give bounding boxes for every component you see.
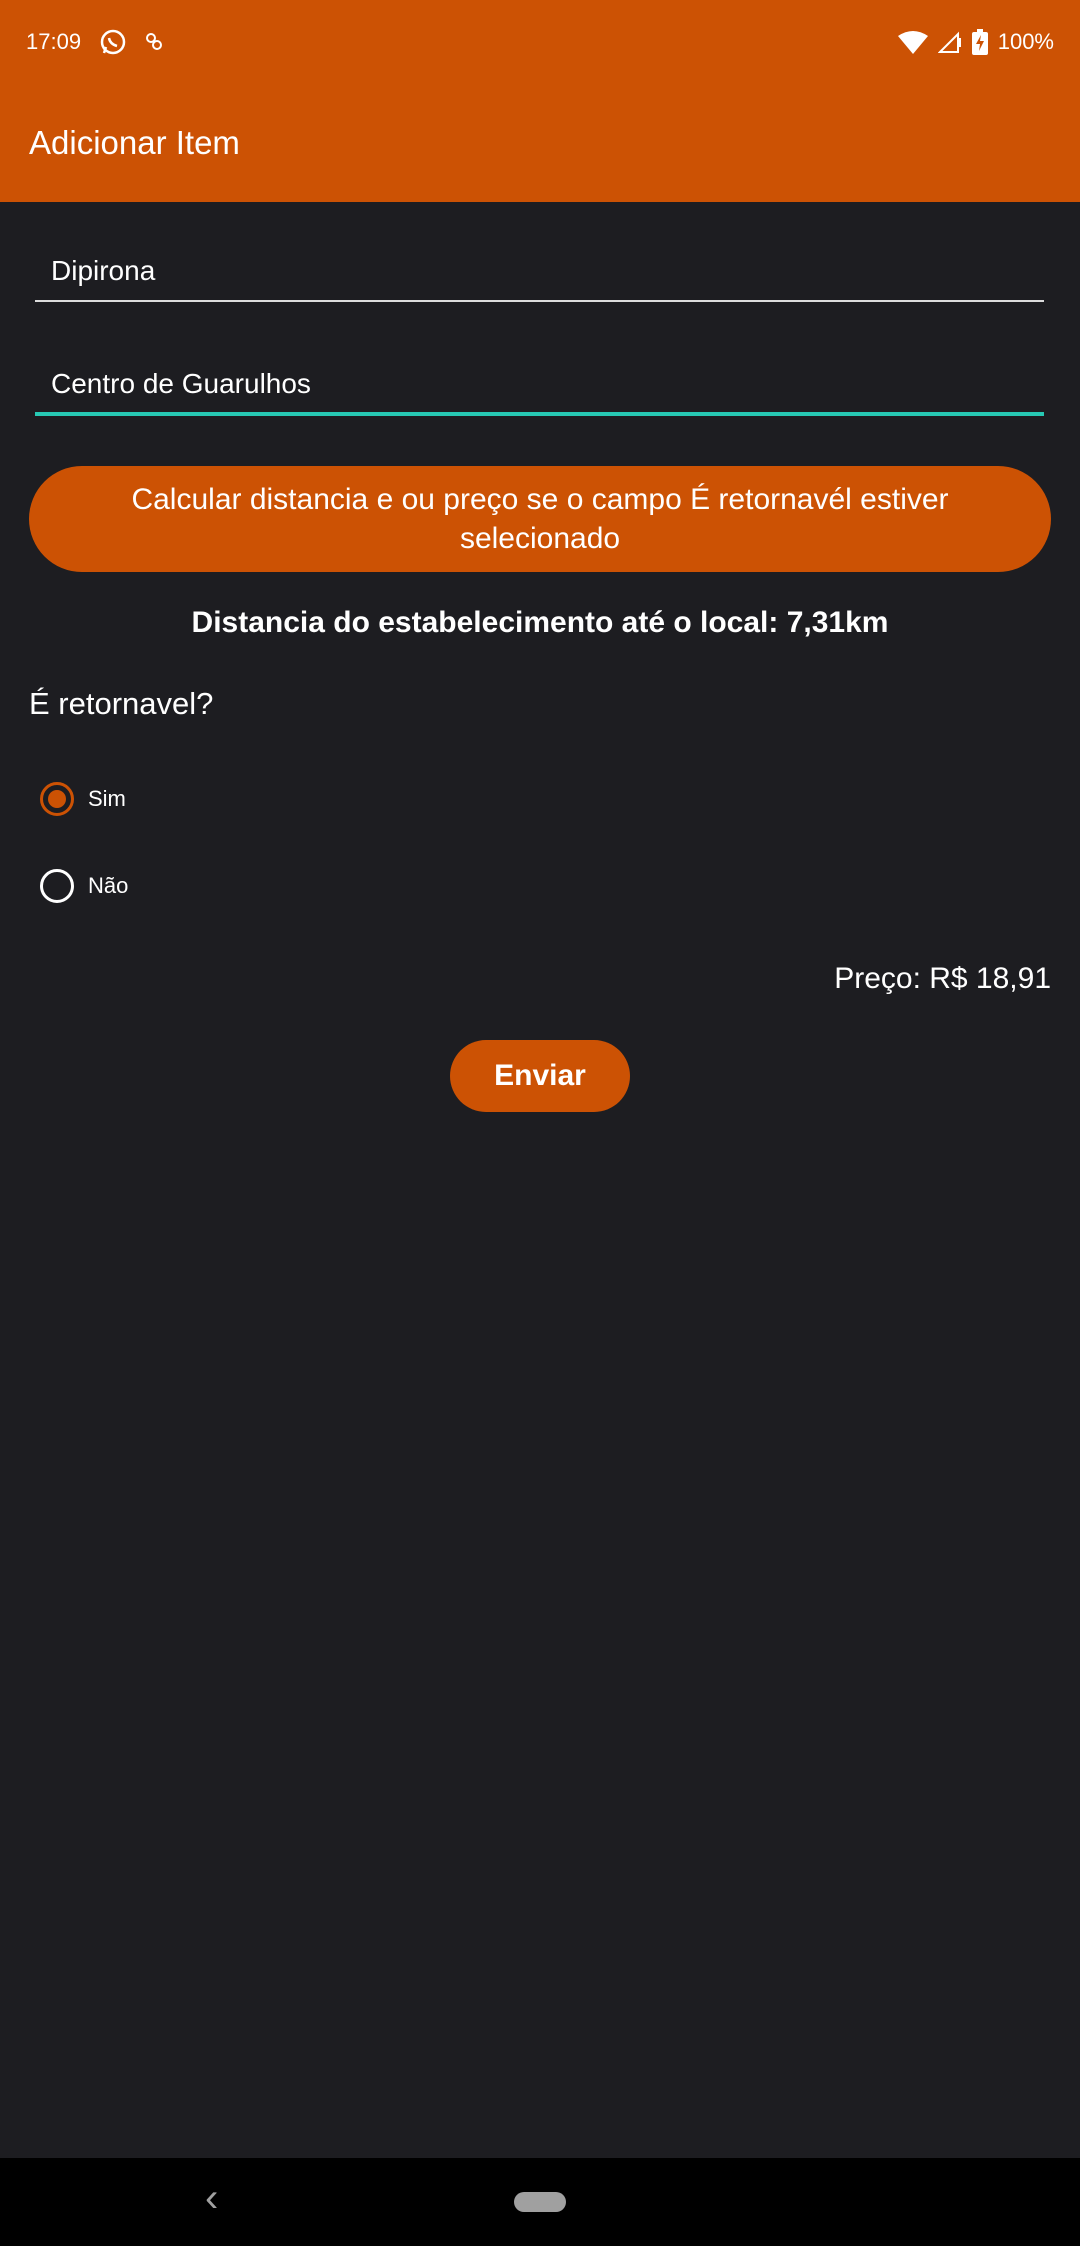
whatsapp-icon (99, 28, 127, 56)
signal-icon (937, 30, 962, 54)
battery-charging-icon (971, 29, 988, 55)
radio-label-sim: Sim (88, 786, 126, 811)
status-time: 17:09 (26, 29, 82, 54)
item-name-field[interactable]: Dipirona (35, 242, 1044, 302)
radio-button-checked[interactable] (40, 782, 74, 816)
home-handle-icon[interactable] (514, 2192, 566, 2212)
send-button[interactable]: Enviar (450, 1040, 630, 1112)
distance-text: Distancia do estabelecimento até o local… (191, 606, 889, 639)
page-title: Adicionar Item (29, 124, 240, 161)
back-icon[interactable]: ‹ (205, 2176, 218, 2221)
navigation-bar: ‹ (0, 2158, 1080, 2246)
calculate-button-label: Calcular distancia e ou preço se o campo… (131, 483, 949, 555)
radio-option-nao[interactable]: Não (40, 869, 128, 903)
app-notification-icon (145, 32, 163, 52)
location-field[interactable]: Centro de Guarulhos (35, 356, 1044, 416)
radio-option-sim[interactable]: Sim (40, 782, 126, 816)
status-bar: 17:09 100% (0, 0, 1080, 84)
wifi-icon (897, 30, 928, 54)
calculate-button[interactable]: Calcular distancia e ou preço se o campo… (29, 466, 1051, 572)
app-bar: Adicionar Item (0, 84, 1080, 202)
battery-percent: 100% (997, 29, 1054, 54)
item-name-value: Dipirona (51, 255, 156, 286)
radio-label-nao: Não (88, 873, 129, 898)
returnable-question: É retornavel? (29, 686, 214, 721)
price-text: Preço: R$ 18,91 (834, 962, 1051, 995)
location-value: Centro de Guarulhos (51, 368, 311, 399)
radio-button-unchecked[interactable] (40, 869, 74, 903)
send-button-label: Enviar (494, 1059, 586, 1092)
